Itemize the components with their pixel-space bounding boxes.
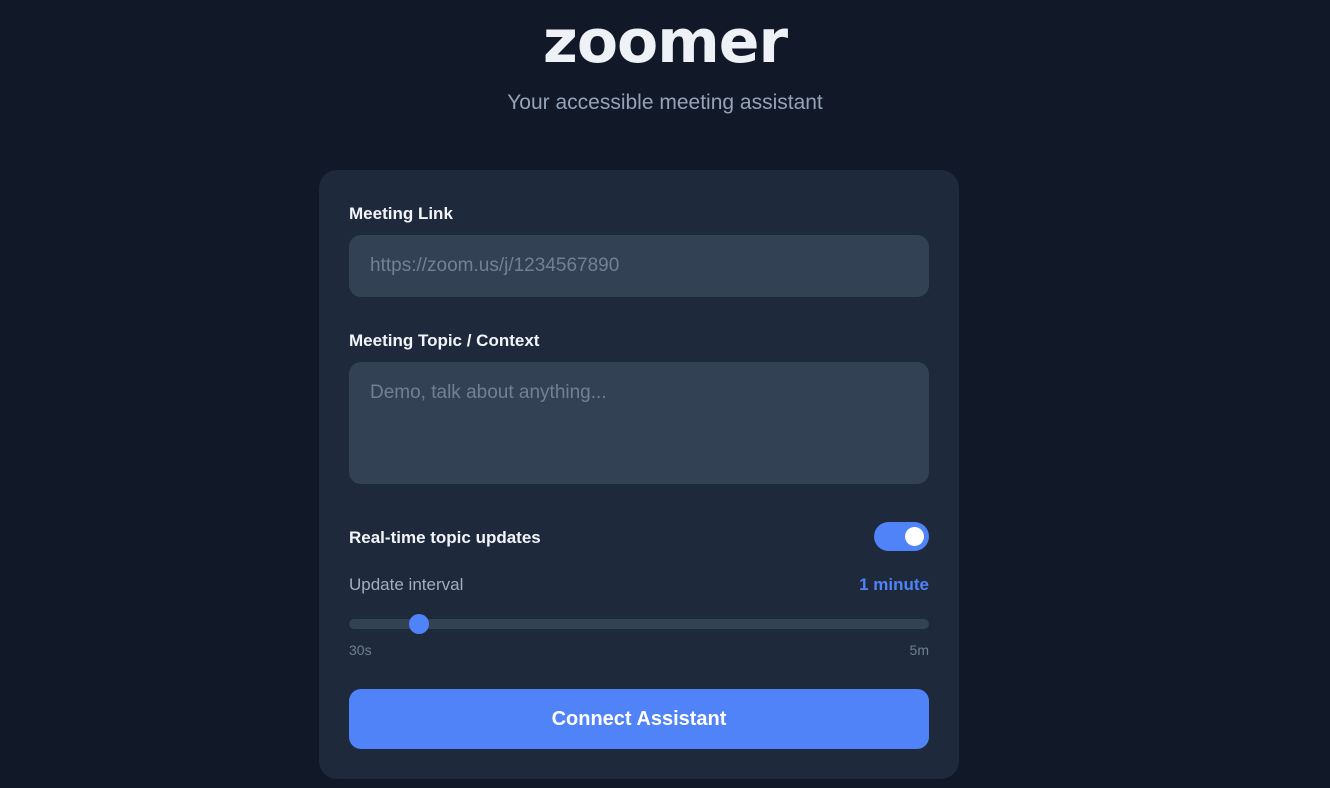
app-tagline: Your accessible meeting assistant	[507, 91, 823, 114]
meeting-topic-textarea[interactable]	[349, 362, 929, 484]
page: zoomer Your accessible meeting assistant…	[0, 0, 1330, 788]
connect-assistant-button[interactable]: Connect Assistant	[349, 689, 929, 749]
meeting-link-input[interactable]	[349, 235, 929, 297]
slider-max-label: 5m	[909, 642, 929, 658]
slider-min-label: 30s	[349, 642, 372, 658]
toggle-knob	[905, 527, 924, 546]
slider-thumb[interactable]	[408, 614, 429, 634]
update-interval-value: 1 minute	[859, 575, 929, 594]
meeting-link-label: Meeting Link	[349, 204, 453, 223]
assistant-setup-card: Meeting Link Meeting Topic / Context Rea…	[319, 170, 959, 779]
update-interval-label: Update interval	[349, 575, 464, 594]
update-interval-slider[interactable]	[349, 614, 929, 634]
meeting-topic-label: Meeting Topic / Context	[349, 331, 540, 350]
app-logo: zoomer	[542, 7, 788, 77]
realtime-updates-toggle[interactable]	[874, 522, 929, 551]
realtime-updates-label: Real-time topic updates	[349, 528, 541, 547]
